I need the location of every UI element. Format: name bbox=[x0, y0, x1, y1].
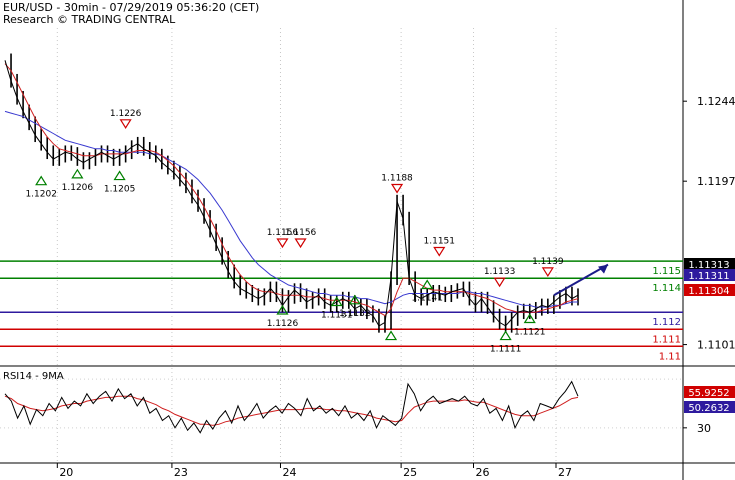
peak-label: 1.1226 bbox=[110, 109, 142, 119]
rsi-title: RSI14 - 9MA bbox=[3, 371, 64, 382]
peak-marker bbox=[119, 119, 132, 129]
level-label: 1.112 bbox=[652, 317, 681, 328]
price-tag-label: 1.11311 bbox=[688, 271, 729, 282]
x-tick-label: 23 bbox=[174, 466, 188, 479]
trough-marker bbox=[499, 330, 512, 341]
peak-marker bbox=[294, 238, 307, 249]
trough-marker bbox=[384, 330, 398, 341]
peak-marker bbox=[541, 267, 554, 278]
trough-marker bbox=[35, 175, 48, 186]
peak-marker bbox=[433, 246, 446, 257]
peak-marker bbox=[390, 183, 404, 194]
level-label: 1.114 bbox=[652, 283, 681, 294]
y-tick-label: 1.1197 bbox=[697, 175, 735, 188]
peak-label: 1.1188 bbox=[381, 174, 413, 184]
trough-marker bbox=[113, 170, 126, 181]
trough-label: 1.1206 bbox=[62, 183, 94, 193]
research-credit: Research © TRADING CENTRAL bbox=[3, 13, 176, 26]
projection-arrow bbox=[553, 263, 609, 297]
peak-marker bbox=[493, 277, 506, 288]
peak-label: 1.1133 bbox=[484, 267, 516, 277]
trough-label: 1.1132 bbox=[339, 309, 371, 319]
trough-label: 1.1111 bbox=[490, 345, 522, 355]
trough-marker bbox=[421, 279, 434, 290]
peak-label: 1.1139 bbox=[532, 257, 564, 267]
level-label: 1.111 bbox=[652, 334, 681, 345]
x-tick-label: 26 bbox=[475, 466, 489, 479]
y-tick-label: 1.1101 bbox=[697, 339, 735, 352]
eurusd-chart: 20 23 24 25 26 27 1.115 1.114 1.112 1.111 1.11 1.12… bbox=[0, 0, 735, 480]
x-tick-label: 27 bbox=[558, 466, 572, 479]
rsi-tag-label: 55.9252 bbox=[688, 388, 729, 399]
level-label: 1.11 bbox=[659, 351, 681, 362]
trough-label: 1.1141 bbox=[411, 293, 443, 303]
trough-label: 1.1205 bbox=[104, 185, 136, 195]
rsi-line bbox=[4, 380, 579, 434]
x-tick-label: 20 bbox=[59, 466, 73, 479]
trough-label: 1.1202 bbox=[25, 190, 57, 200]
x-tick-label: 24 bbox=[282, 466, 296, 479]
x-tick-label: 25 bbox=[403, 466, 417, 479]
peak-label: 1.1151 bbox=[424, 236, 456, 246]
trough-label: 1.1126 bbox=[267, 319, 299, 329]
peak-label: 1.1156 bbox=[285, 228, 317, 238]
rsi-y-tick-label: 30 bbox=[697, 422, 711, 435]
peak-marker bbox=[276, 238, 289, 249]
level-label: 1.115 bbox=[652, 266, 681, 277]
trough-label: 1.1121 bbox=[514, 328, 546, 338]
y-tick-label: 1.1244 bbox=[697, 95, 735, 108]
price-tag-label: 1.11304 bbox=[688, 286, 729, 297]
rsi-tag-label: 50.2632 bbox=[688, 403, 729, 414]
trough-marker bbox=[71, 168, 84, 179]
